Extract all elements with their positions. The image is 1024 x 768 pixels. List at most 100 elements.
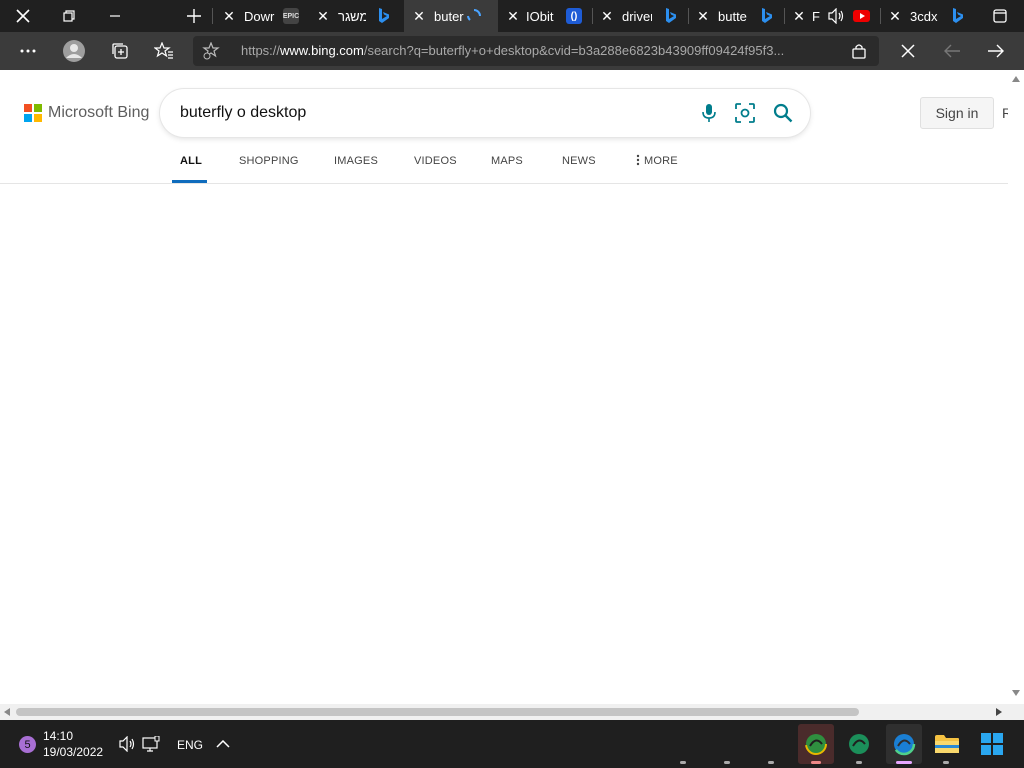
microsoft-logo-icon (24, 104, 42, 122)
tab-label: Dowr (244, 8, 275, 24)
tab-all[interactable]: ALL (180, 154, 202, 182)
tab-news[interactable]: NEWS (562, 154, 596, 182)
file-explorer-icon[interactable] (931, 728, 963, 760)
url-domain: www.bing.com (280, 43, 364, 58)
more-vertical-icon (636, 154, 640, 166)
bing-logo[interactable]: Microsoft Bing (24, 104, 149, 122)
tab-8[interactable]: ✕ 3cdx (886, 0, 946, 32)
close-tab-icon[interactable]: ✕ (598, 8, 616, 25)
close-tab-icon[interactable]: ✕ (694, 8, 712, 25)
forward-arrow-icon[interactable] (982, 37, 1010, 65)
sign-in-button[interactable]: Sign in (920, 97, 994, 129)
edge-canary-taskbar-icon[interactable] (798, 724, 834, 764)
new-tab-button[interactable] (180, 0, 208, 32)
app-indicator-active (896, 761, 912, 764)
logo-text: Microsoft Bing (48, 104, 150, 121)
edge-dev-taskbar-icon[interactable] (843, 728, 875, 760)
tab-label: 3cdx (910, 8, 938, 24)
tab-bar: ✕ Dowr EPIC ✕ משגר ✕ buter ✕ IObit () ✕ … (0, 0, 1024, 32)
scrollbar-corner (1008, 704, 1024, 720)
back-arrow-icon[interactable] (938, 37, 966, 65)
app-indicator (943, 761, 949, 764)
scroll-down-icon[interactable] (1012, 690, 1020, 696)
visual-search-icon[interactable] (733, 101, 757, 125)
bing-icon (759, 8, 775, 24)
tab-6[interactable]: ✕ butte (694, 0, 754, 32)
youtube-icon (853, 10, 870, 22)
tab-shopping[interactable]: SHOPPING (239, 154, 299, 182)
close-tab-icon[interactable]: ✕ (886, 8, 904, 25)
tab-label: butte (718, 8, 747, 24)
address-bar[interactable]: https://www.bing.com/search?q=buterfly+o… (193, 36, 879, 66)
clock-date[interactable]: 19/03/2022 (43, 745, 103, 759)
url-text[interactable]: https://www.bing.com/search?q=buterfly+o… (241, 43, 784, 58)
close-tab-icon[interactable]: ✕ (220, 8, 238, 25)
windows-start-icon[interactable] (976, 728, 1008, 760)
stop-loading-icon[interactable] (894, 37, 922, 65)
speaker-icon[interactable] (824, 0, 848, 32)
close-window-icon[interactable] (8, 0, 38, 32)
scroll-up-icon[interactable] (1012, 76, 1020, 82)
profile-avatar-icon[interactable] (60, 37, 88, 65)
collections-icon[interactable] (106, 37, 134, 65)
vertical-scrollbar[interactable] (1008, 70, 1024, 704)
tab-maps[interactable]: MAPS (491, 154, 523, 182)
tab-separator (688, 8, 689, 24)
address-toolbar: https://www.bing.com/search?q=buterfly+o… (0, 32, 1024, 70)
nav-divider (0, 183, 1008, 184)
search-box[interactable]: buterfly o desktop (160, 89, 810, 137)
bing-icon (376, 8, 392, 24)
tab-separator (880, 8, 881, 24)
app-indicator (680, 761, 686, 764)
notification-badge[interactable]: 5 (19, 736, 36, 753)
tab-actions-icon[interactable] (986, 0, 1014, 32)
favorites-icon[interactable] (150, 37, 178, 65)
close-tab-icon[interactable]: ✕ (790, 8, 808, 25)
scroll-left-icon[interactable] (4, 708, 10, 716)
url-prefix: https:// (241, 43, 281, 58)
tab-label: IObit (526, 8, 554, 24)
close-tab-icon[interactable]: ✕ (504, 8, 522, 25)
language-indicator[interactable]: ENG (177, 738, 203, 752)
tab-more[interactable]: MORE (636, 154, 678, 182)
horizontal-scroll-thumb[interactable] (16, 708, 859, 716)
search-input[interactable]: buterfly o desktop (180, 104, 306, 122)
app-indicator (768, 761, 774, 764)
tab-3-active[interactable]: ✕ buter (404, 0, 498, 32)
taskbar: 5 14:10 19/03/2022 ENG (0, 720, 1024, 768)
restore-window-icon[interactable] (54, 0, 84, 32)
tab-more-label: MORE (644, 155, 678, 167)
microphone-icon[interactable] (697, 101, 721, 125)
tab-5[interactable]: ✕ driver (598, 0, 658, 32)
clock-time[interactable]: 14:10 (43, 729, 73, 743)
tab-separator (784, 8, 785, 24)
more-options-icon[interactable] (14, 37, 42, 65)
tab-separator (592, 8, 593, 24)
minimize-window-icon[interactable] (100, 0, 130, 32)
close-tab-icon[interactable]: ✕ (410, 8, 428, 25)
tab-videos[interactable]: VIDEOS (414, 154, 457, 182)
scroll-right-icon[interactable] (996, 708, 1002, 716)
tab-4[interactable]: ✕ IObit (504, 0, 564, 32)
url-path: /search?q=buterfly+o+desktop&cvid=b3a288… (363, 43, 785, 58)
app-indicator-active (811, 761, 821, 764)
bing-icon (950, 8, 966, 24)
search-nav: ALL SHOPPING IMAGES VIDEOS MAPS NEWS MOR… (0, 154, 1008, 184)
app-indicator (856, 761, 862, 764)
iobit-icon: () (566, 8, 582, 24)
lock-icon[interactable] (845, 37, 873, 65)
horizontal-scrollbar[interactable] (0, 704, 1008, 720)
search-icon[interactable] (771, 101, 795, 125)
chevron-up-icon[interactable] (207, 728, 239, 760)
tab-7[interactable]: ✕ F (790, 0, 826, 32)
edge-taskbar-icon[interactable] (886, 724, 922, 764)
close-tab-icon[interactable]: ✕ (314, 8, 332, 25)
tab-2[interactable]: ✕ משגר (314, 0, 384, 32)
epic-icon: EPIC (283, 8, 299, 24)
tab-label: F (812, 8, 820, 24)
add-favorite-icon[interactable] (197, 37, 225, 65)
web-page: Microsoft Bing buterfly o desktop Sign i… (0, 70, 1012, 704)
tab-images[interactable]: IMAGES (334, 154, 378, 182)
network-icon[interactable] (135, 728, 167, 760)
app-indicator (724, 761, 730, 764)
